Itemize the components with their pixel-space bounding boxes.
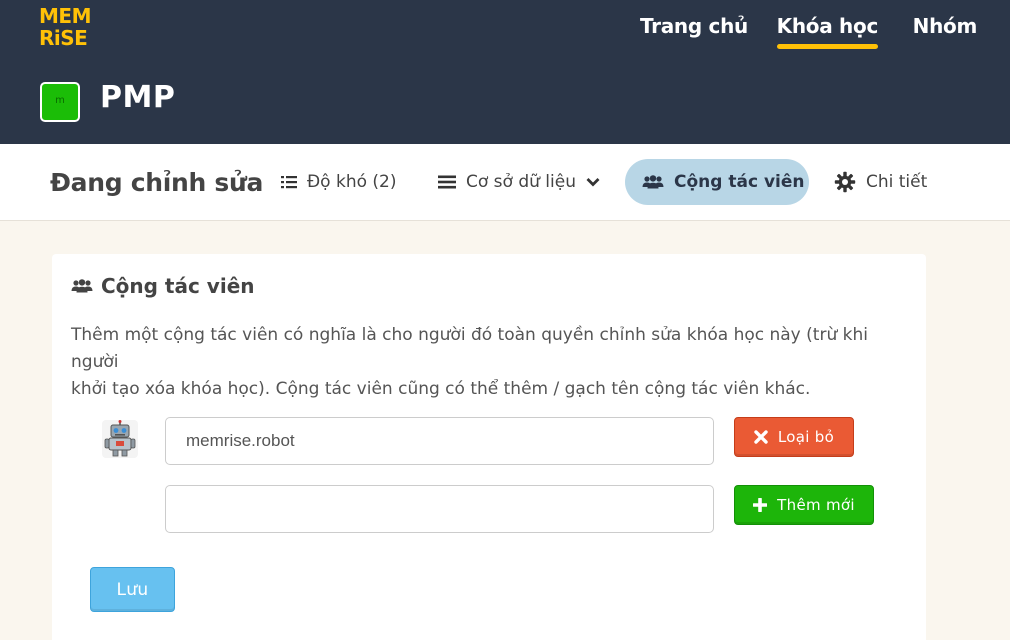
nav-groups[interactable]: Nhóm — [913, 14, 978, 38]
panel-title: Cộng tác viên — [101, 274, 255, 298]
description-line-1: Thêm một cộng tác viên có nghĩa là cho n… — [71, 325, 868, 372]
robot-avatar-icon — [104, 420, 136, 457]
list-icon — [281, 175, 297, 189]
logo-line2: RiSE — [39, 26, 88, 50]
collaborator-avatar — [102, 420, 138, 458]
chevron-down-icon — [586, 177, 600, 187]
menu-icon — [438, 175, 456, 189]
save-label: Lưu — [116, 579, 149, 600]
tab-collaborators[interactable]: Cộng tác viên — [625, 159, 809, 205]
tab-database[interactable]: Cơ sở dữ liệu — [438, 159, 600, 205]
edit-nav: Đang chỉnh sửa Độ khó (2) Cơ sở dữ liệu … — [0, 144, 1010, 221]
course-badge: m — [40, 82, 80, 122]
nav-courses[interactable]: Khóa học — [776, 14, 879, 49]
remove-label: Loại bỏ — [777, 428, 835, 446]
tab-details[interactable]: Chi tiết — [834, 159, 927, 205]
close-icon — [754, 430, 768, 444]
new-collaborator-input[interactable] — [165, 485, 714, 533]
collaborator-username-input[interactable] — [165, 417, 714, 465]
collaborators-panel: Cộng tác viên Thêm một cộng tác viên có … — [52, 254, 926, 640]
panel-description: Thêm một cộng tác viên có nghĩa là cho n… — [71, 322, 911, 403]
add-label: Thêm mới — [777, 496, 855, 514]
tab-levels[interactable]: Độ khó (2) — [281, 159, 396, 205]
tab-details-label: Chi tiết — [866, 172, 928, 192]
save-button[interactable]: Lưu — [90, 567, 175, 612]
panel-heading: Cộng tác viên — [71, 274, 255, 298]
logo-line1: MEM — [39, 4, 91, 28]
plus-icon — [753, 498, 768, 512]
users-icon — [71, 279, 93, 293]
course-title[interactable]: PMP — [100, 80, 175, 115]
remove-collaborator-button[interactable]: Loại bỏ — [734, 417, 854, 457]
tab-database-label: Cơ sở dữ liệu — [466, 172, 576, 192]
description-line-2: khởi tạo xóa khóa học). Cộng tác viên cũ… — [71, 379, 811, 399]
add-collaborator-button[interactable]: Thêm mới — [734, 485, 874, 525]
tab-levels-label: Độ khó (2) — [307, 172, 397, 192]
site-header: MEM RiSE Trang chủ Khóa học Nhóm m PMP — [0, 0, 1010, 144]
nav-home[interactable]: Trang chủ — [640, 14, 748, 38]
edit-title: Đang chỉnh sửa — [50, 168, 264, 197]
gear-icon — [834, 171, 856, 193]
users-icon — [642, 175, 664, 189]
memrise-logo[interactable]: MEM RiSE — [39, 5, 93, 49]
tab-collaborators-label: Cộng tác viên — [674, 172, 805, 192]
